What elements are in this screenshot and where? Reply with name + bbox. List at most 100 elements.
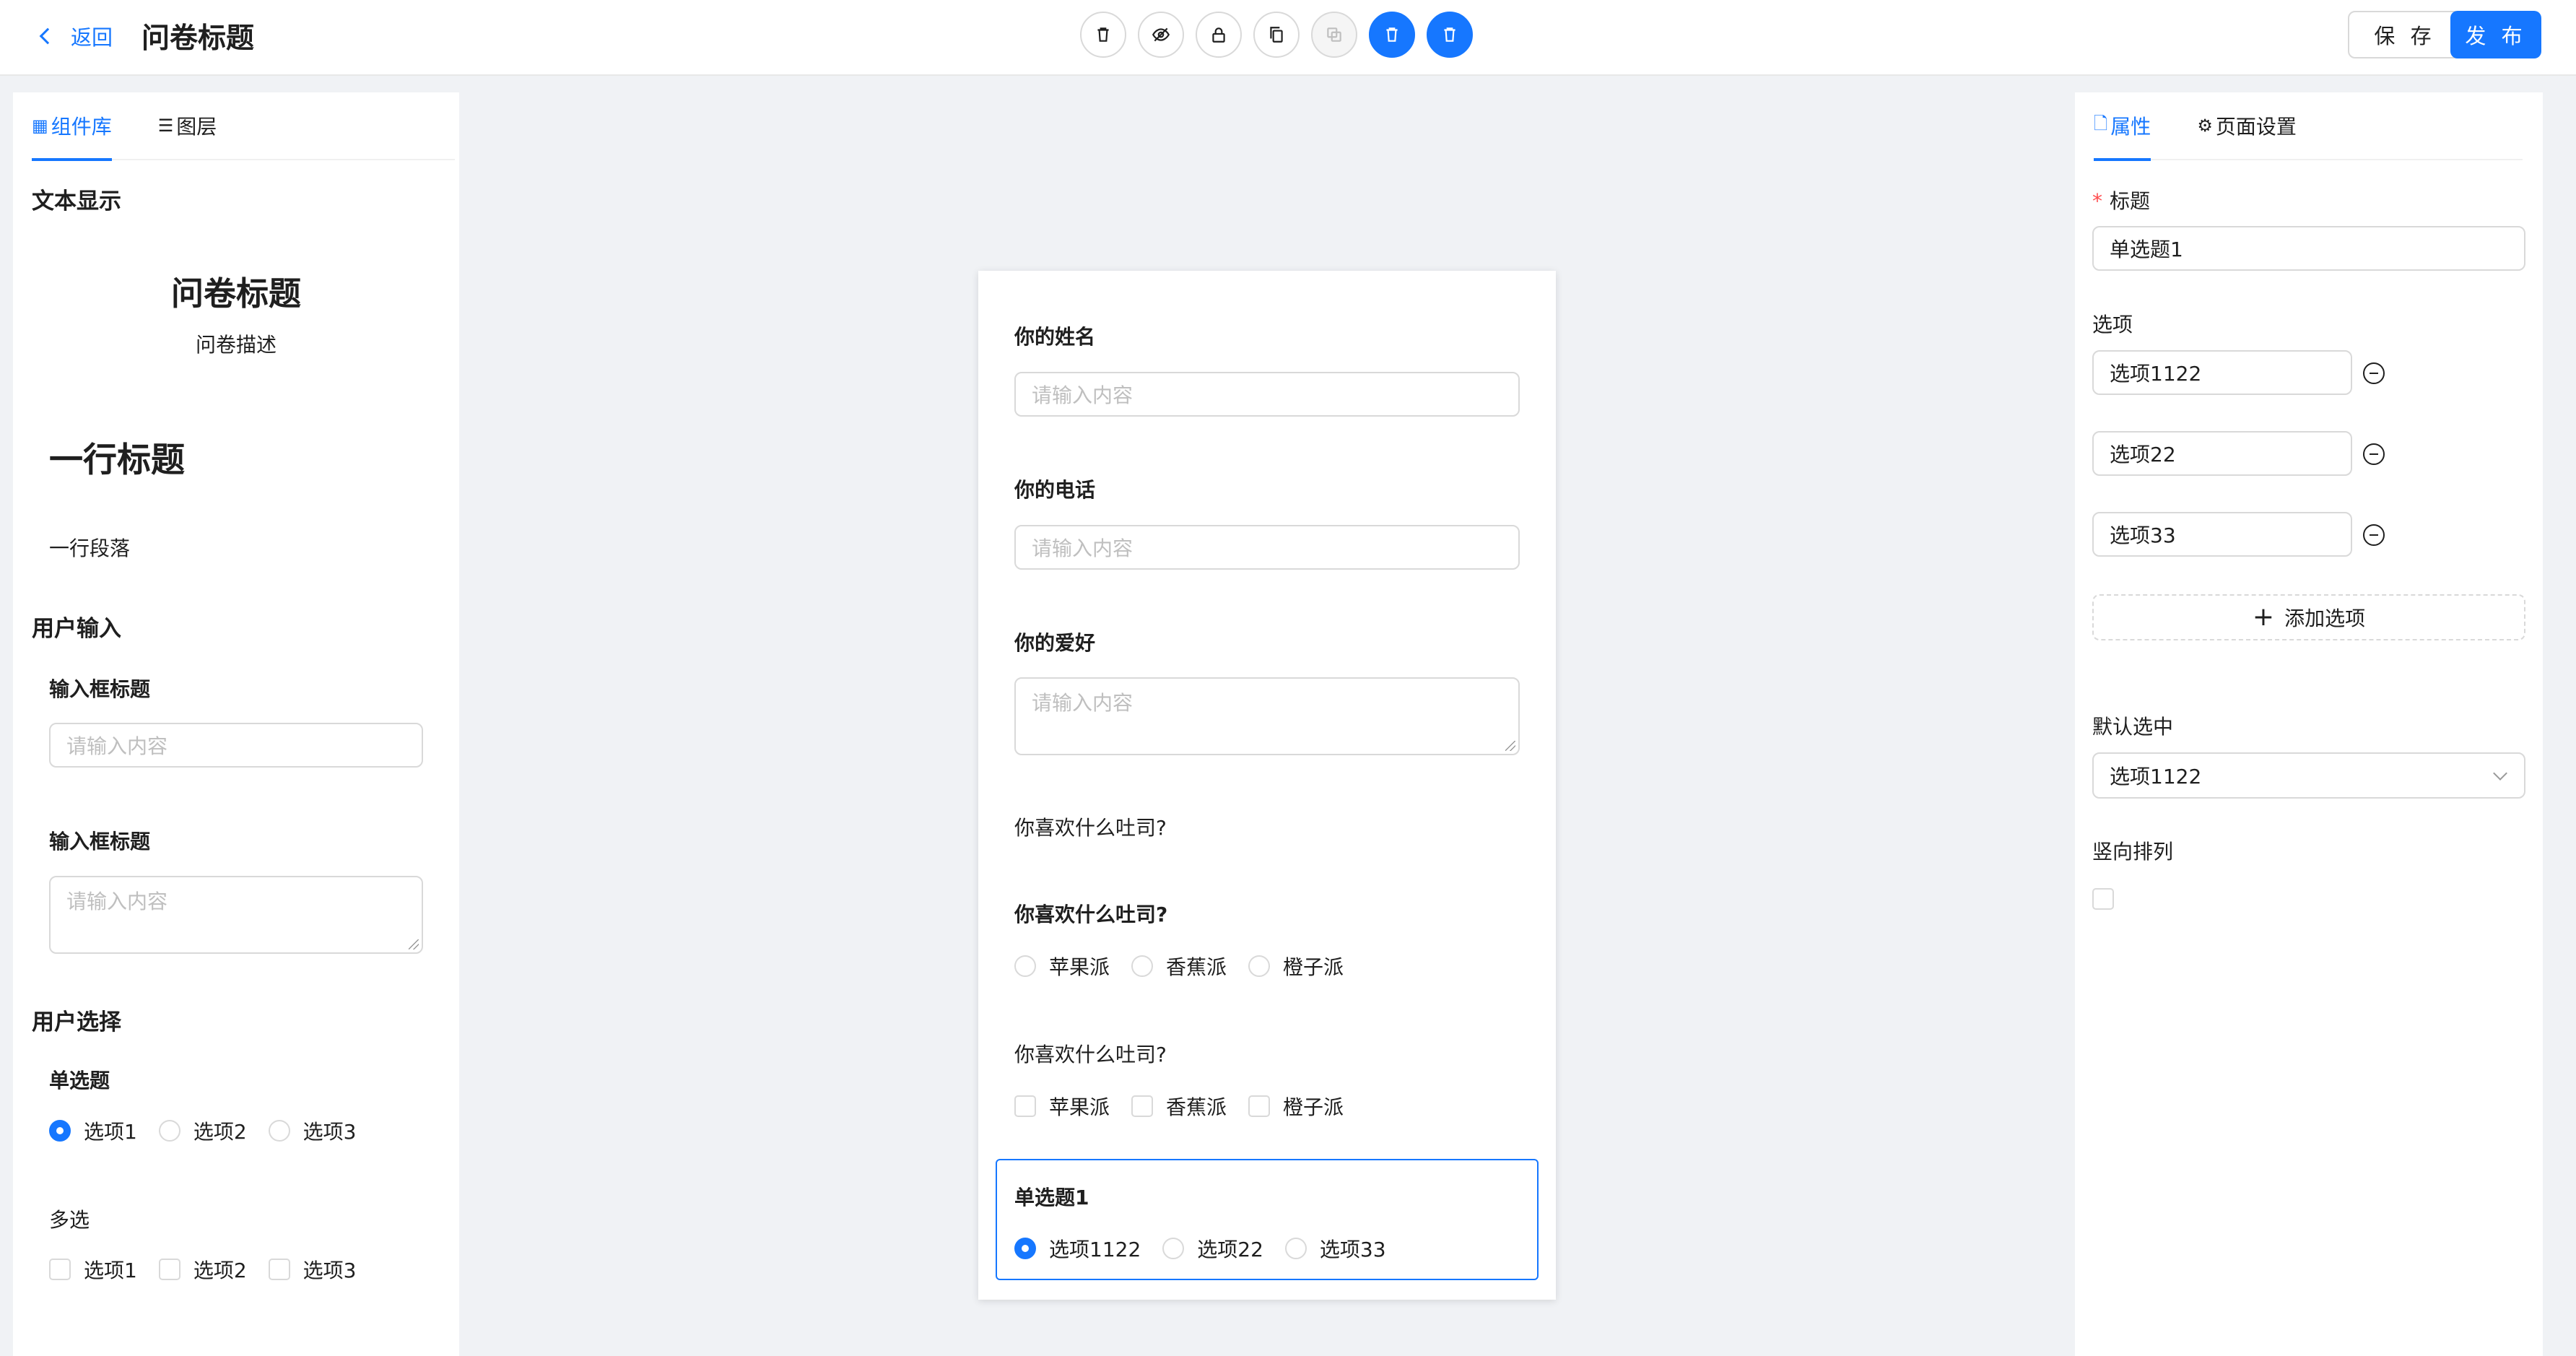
option-input[interactable]: 选项22 — [2092, 431, 2352, 476]
question-name-label[interactable]: 你的姓名 — [1014, 321, 1095, 350]
title-input[interactable]: 单选题1 — [2092, 226, 2525, 271]
title-label-text: 标题 — [2110, 189, 2151, 213]
checkbox-option[interactable]: 选项3 — [268, 1255, 356, 1284]
radio-option-label: 苹果派 — [1049, 955, 1110, 979]
component-paragraph[interactable]: 一行段落 — [49, 533, 130, 562]
tab-properties[interactable]: 🗋 属性 — [2094, 92, 2151, 161]
checkbox-option-label: 橙子派 — [1283, 1095, 1344, 1119]
option-input[interactable]: 选项33 — [2092, 512, 2352, 557]
radio-option-label: 选项1122 — [1049, 1238, 1141, 1261]
option-input[interactable]: 选项1122 — [2092, 350, 2352, 395]
default-selected-label: 默认选中 — [2092, 715, 2174, 739]
resize-handle-icon[interactable] — [409, 939, 419, 949]
component-input-field[interactable]: 请输入内容 — [49, 723, 423, 768]
radio-option[interactable]: 选项1122 — [1014, 1234, 1141, 1263]
checkbox-option-label: 香蕉派 — [1166, 1095, 1227, 1119]
tab-page-settings[interactable]: ⚙ 页面设置 — [2197, 92, 2297, 160]
copy-button[interactable] — [1253, 12, 1300, 58]
radio-option[interactable]: 选项2 — [158, 1116, 247, 1145]
move-down-button[interactable] — [1427, 12, 1473, 58]
copy-icon — [1270, 27, 1283, 43]
radio-checked-icon — [49, 1120, 71, 1142]
add-option-button[interactable]: + 添加选项 — [2092, 594, 2525, 640]
question-name-input[interactable]: 请输入内容 — [1014, 372, 1520, 417]
question-phone-input[interactable]: 请输入内容 — [1014, 525, 1520, 570]
radio-option[interactable]: 苹果派 — [1014, 952, 1110, 981]
question-checkbox-title[interactable]: 你喜欢什么吐司? — [1014, 1039, 1167, 1068]
checkbox-option-label: 选项1 — [84, 1259, 137, 1282]
file-icon: 🗋 — [2094, 113, 2108, 134]
back-button[interactable]: 返回 — [38, 20, 113, 52]
publish-button[interactable]: 发 布 — [2450, 11, 2541, 58]
tab-layers[interactable]: ☰ 图层 — [158, 92, 217, 160]
radio-option[interactable]: 选项1 — [49, 1116, 137, 1145]
section-text-display: 文本显示 — [32, 188, 121, 214]
selected-question-radio-group[interactable]: 选项1122 选项22 选项33 — [1014, 1234, 1408, 1263]
checkbox-option[interactable]: 选项1 — [49, 1255, 137, 1284]
radio-icon — [1284, 1238, 1307, 1259]
component-heading[interactable]: 一行标题 — [49, 432, 185, 482]
input-placeholder: 请输入内容 — [1032, 536, 1133, 560]
radio-option[interactable]: 选项3 — [268, 1116, 356, 1145]
checkbox-option-label: 苹果派 — [1049, 1095, 1110, 1119]
component-checkbox-group[interactable]: 选项1 选项2 选项3 — [49, 1255, 378, 1284]
editor-toolbar — [1080, 12, 1484, 58]
radio-icon — [268, 1120, 290, 1142]
paste-button[interactable] — [1311, 12, 1357, 58]
tab-components[interactable]: ▦ 组件库 — [32, 92, 112, 161]
checkbox-icon — [158, 1259, 180, 1280]
component-survey-title[interactable]: 问卷标题 — [13, 267, 459, 314]
textarea-placeholder: 请输入内容 — [1032, 691, 1133, 715]
radio-icon — [158, 1120, 180, 1142]
component-textarea[interactable]: 请输入内容 — [49, 876, 423, 954]
tab-properties-label: 属性 — [2110, 115, 2151, 139]
question-radio-title[interactable]: 你喜欢什么吐司? — [1014, 899, 1167, 928]
radio-option[interactable]: 选项33 — [1284, 1234, 1386, 1263]
radio-option-label: 选项1 — [84, 1120, 137, 1144]
move-up-button[interactable] — [1369, 12, 1415, 58]
question-radio-group[interactable]: 苹果派 香蕉派 橙子派 — [1014, 952, 1365, 981]
radio-icon — [1131, 955, 1154, 977]
move-down-icon — [1444, 27, 1455, 42]
lock-button[interactable] — [1196, 12, 1242, 58]
vertical-layout-label: 竖向排列 — [2092, 840, 2174, 864]
title-input-value: 单选题1 — [2110, 238, 2183, 261]
checkbox-option[interactable]: 香蕉派 — [1131, 1092, 1227, 1121]
section-user-choice: 用户选择 — [32, 1009, 121, 1035]
radio-option[interactable]: 橙子派 — [1248, 952, 1344, 981]
selected-question-title[interactable]: 单选题1 — [1014, 1182, 1089, 1211]
plus-icon: + — [2252, 602, 2275, 632]
radio-option-label: 选项22 — [1197, 1238, 1263, 1261]
question-checkbox-group[interactable]: 苹果派 香蕉派 橙子派 — [1014, 1092, 1365, 1121]
chevron-left-icon — [39, 27, 56, 45]
checkbox-option[interactable]: 橙子派 — [1248, 1092, 1344, 1121]
question-phone-label[interactable]: 你的电话 — [1014, 474, 1095, 503]
component-radio-title: 单选题 — [49, 1069, 110, 1092]
hide-button[interactable] — [1138, 12, 1184, 58]
required-mark: * — [2092, 189, 2102, 213]
checkbox-option-label: 选项2 — [193, 1259, 247, 1282]
radio-option-label: 橙子派 — [1283, 955, 1344, 979]
component-radio-group[interactable]: 选项1 选项2 选项3 — [49, 1116, 378, 1145]
title-field-label: * 标题 — [2092, 186, 2150, 214]
radio-option[interactable]: 香蕉派 — [1131, 952, 1227, 981]
remove-option-icon[interactable] — [2363, 443, 2385, 465]
checkbox-icon — [1248, 1095, 1271, 1117]
question-hobby-textarea[interactable]: 请输入内容 — [1014, 677, 1520, 755]
default-selected-select[interactable]: 选项1122 — [2092, 752, 2525, 799]
resize-handle-icon[interactable] — [1505, 741, 1515, 751]
checkbox-icon — [268, 1259, 290, 1280]
component-textarea-label: 输入框标题 — [49, 830, 151, 853]
remove-option-icon[interactable] — [2363, 524, 2385, 546]
checkbox-option[interactable]: 选项2 — [158, 1255, 247, 1284]
canvas-paragraph[interactable]: 你喜欢什么吐司? — [1014, 812, 1167, 841]
back-label: 返回 — [71, 25, 113, 50]
radio-option[interactable]: 选项22 — [1162, 1234, 1263, 1263]
vertical-layout-checkbox[interactable] — [2092, 888, 2114, 910]
delete-button[interactable] — [1080, 12, 1126, 58]
question-hobby-label[interactable]: 你的爱好 — [1014, 627, 1095, 656]
checkbox-option[interactable]: 苹果派 — [1014, 1092, 1110, 1121]
component-survey-desc[interactable]: 问卷描述 — [13, 329, 459, 358]
save-button[interactable]: 保 存 — [2348, 11, 2462, 58]
remove-option-icon[interactable] — [2363, 362, 2385, 384]
